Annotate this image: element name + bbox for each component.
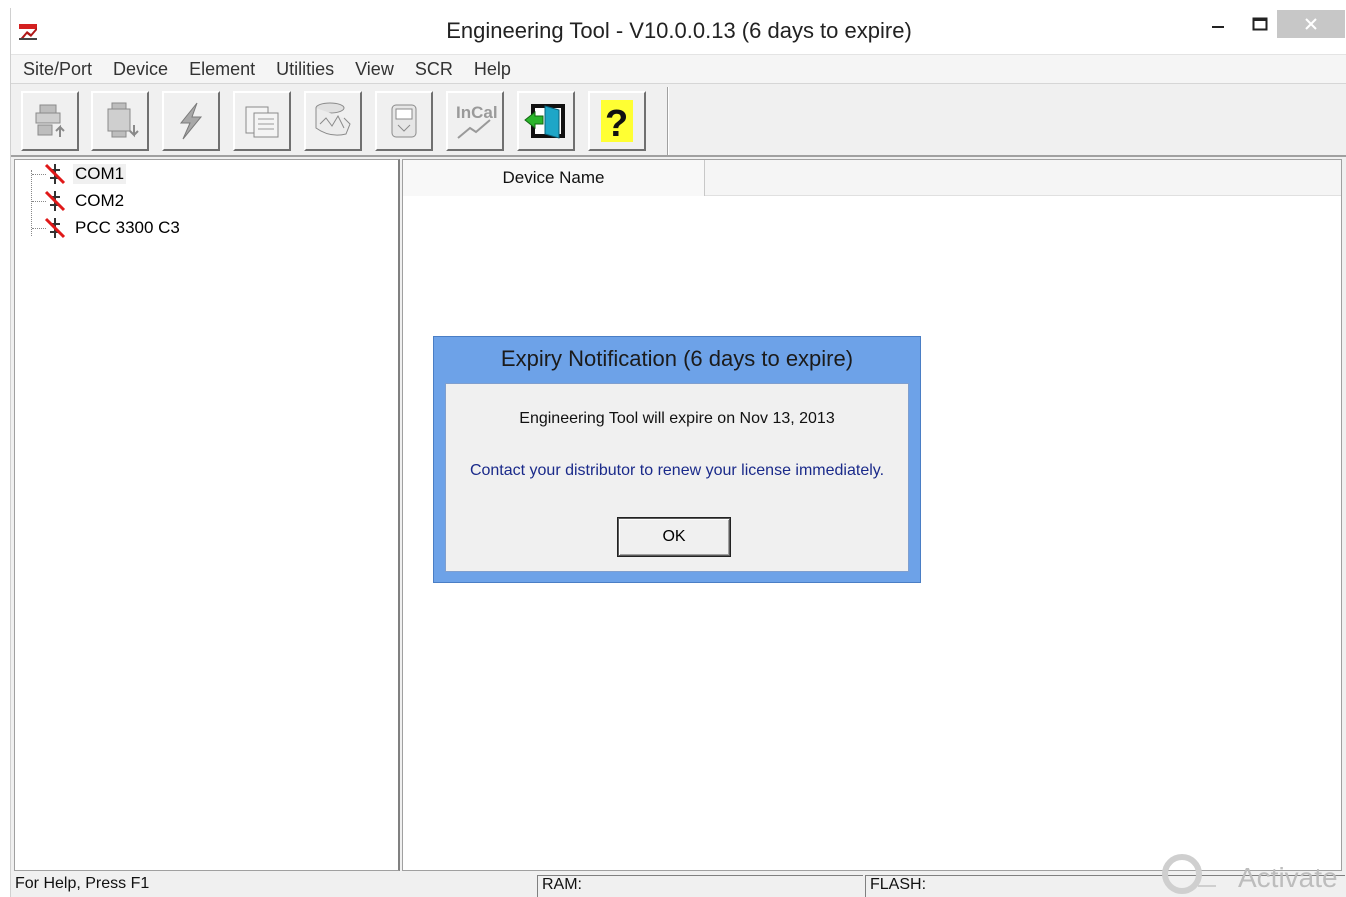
expiry-message: Engineering Tool will expire on Nov 13, … [519, 410, 835, 427]
toolbar: InCal ? [11, 85, 1346, 157]
exit-button[interactable] [517, 91, 575, 151]
maximize-icon [1252, 17, 1268, 31]
toolbar-separator [667, 87, 669, 155]
device-panel-button[interactable] [375, 91, 433, 151]
menu-site-port[interactable]: Site/Port [23, 59, 92, 80]
tree-item-com2[interactable]: COM2 [43, 189, 126, 213]
chart-roll-button[interactable] [304, 91, 362, 151]
title-bar: Engineering Tool - V10.0.0.13 (6 days to… [11, 8, 1346, 54]
close-icon [1305, 18, 1317, 30]
svg-text:InCal: InCal [456, 103, 498, 122]
status-ram: RAM: [537, 875, 863, 897]
tree-item-label: PCC 3300 C3 [75, 218, 180, 237]
watermark-text: Activate [1238, 862, 1338, 893]
menu-bar: Site/Port Device Element Utilities View … [11, 54, 1346, 84]
svg-text:?: ? [605, 103, 628, 144]
minimize-button[interactable] [1201, 10, 1235, 38]
menu-scr[interactable]: SCR [415, 59, 453, 80]
download-device-button[interactable] [91, 91, 149, 151]
status-help-text: For Help, Press F1 [15, 875, 150, 892]
window-title: Engineering Tool - V10.0.0.13 (6 days to… [446, 18, 912, 43]
dialog-title: Expiry Notification (6 days to expire) [500, 346, 854, 371]
menu-element[interactable]: Element [189, 59, 255, 80]
menu-help[interactable]: Help [474, 59, 511, 80]
menu-utilities[interactable]: Utilities [276, 59, 334, 80]
tree-connector-line [31, 170, 32, 236]
help-button[interactable]: ? [588, 91, 646, 151]
lightning-button[interactable] [162, 91, 220, 151]
maximize-button[interactable] [1243, 10, 1277, 38]
menu-view[interactable]: View [355, 59, 394, 80]
download-device-icon [107, 102, 139, 138]
disconnected-port-icon [44, 163, 66, 185]
chart-roll-icon [315, 102, 351, 136]
document-icon [245, 106, 279, 138]
tree-item-com1[interactable]: COM1 [43, 162, 127, 186]
dialog-body: Engineering Tool will expire on Nov 13, … [445, 383, 909, 572]
disconnected-port-icon [44, 190, 66, 212]
expiry-notification-dialog: Expiry Notification (6 days to expire) E… [433, 336, 921, 583]
device-panel-icon [391, 104, 417, 138]
site-port-tree[interactable]: COM1 COM2 PCC 3300 C3 [14, 159, 400, 871]
incal-button[interactable]: InCal [446, 91, 504, 151]
tree-item-pcc-3300-c3[interactable]: PCC 3300 C3 [43, 216, 182, 240]
upload-device-icon [35, 104, 65, 137]
upload-device-button[interactable] [21, 91, 79, 151]
tree-item-label: COM2 [75, 191, 125, 210]
close-button[interactable] [1277, 10, 1345, 38]
renew-license-message: Contact your distributor to renew your l… [469, 462, 885, 479]
minimize-icon [1212, 26, 1224, 28]
exit-door-icon [524, 104, 565, 139]
help-question-icon: ? [601, 100, 633, 144]
activate-windows-watermark: Activate [1158, 852, 1346, 897]
status-bar: For Help, Press F1 RAM: FLASH: [11, 873, 1346, 897]
column-header-device-name[interactable]: Device Name [403, 160, 705, 196]
incal-icon: InCal [456, 103, 498, 139]
menu-device[interactable]: Device [113, 59, 168, 80]
lightning-icon [179, 102, 203, 140]
windows-activation-icon [1162, 854, 1216, 894]
ok-button[interactable]: OK [617, 517, 731, 557]
list-header: Device Name [403, 160, 1341, 196]
disconnected-port-icon [44, 217, 66, 239]
tree-item-label: COM1 [73, 164, 127, 184]
document-button[interactable] [233, 91, 291, 151]
